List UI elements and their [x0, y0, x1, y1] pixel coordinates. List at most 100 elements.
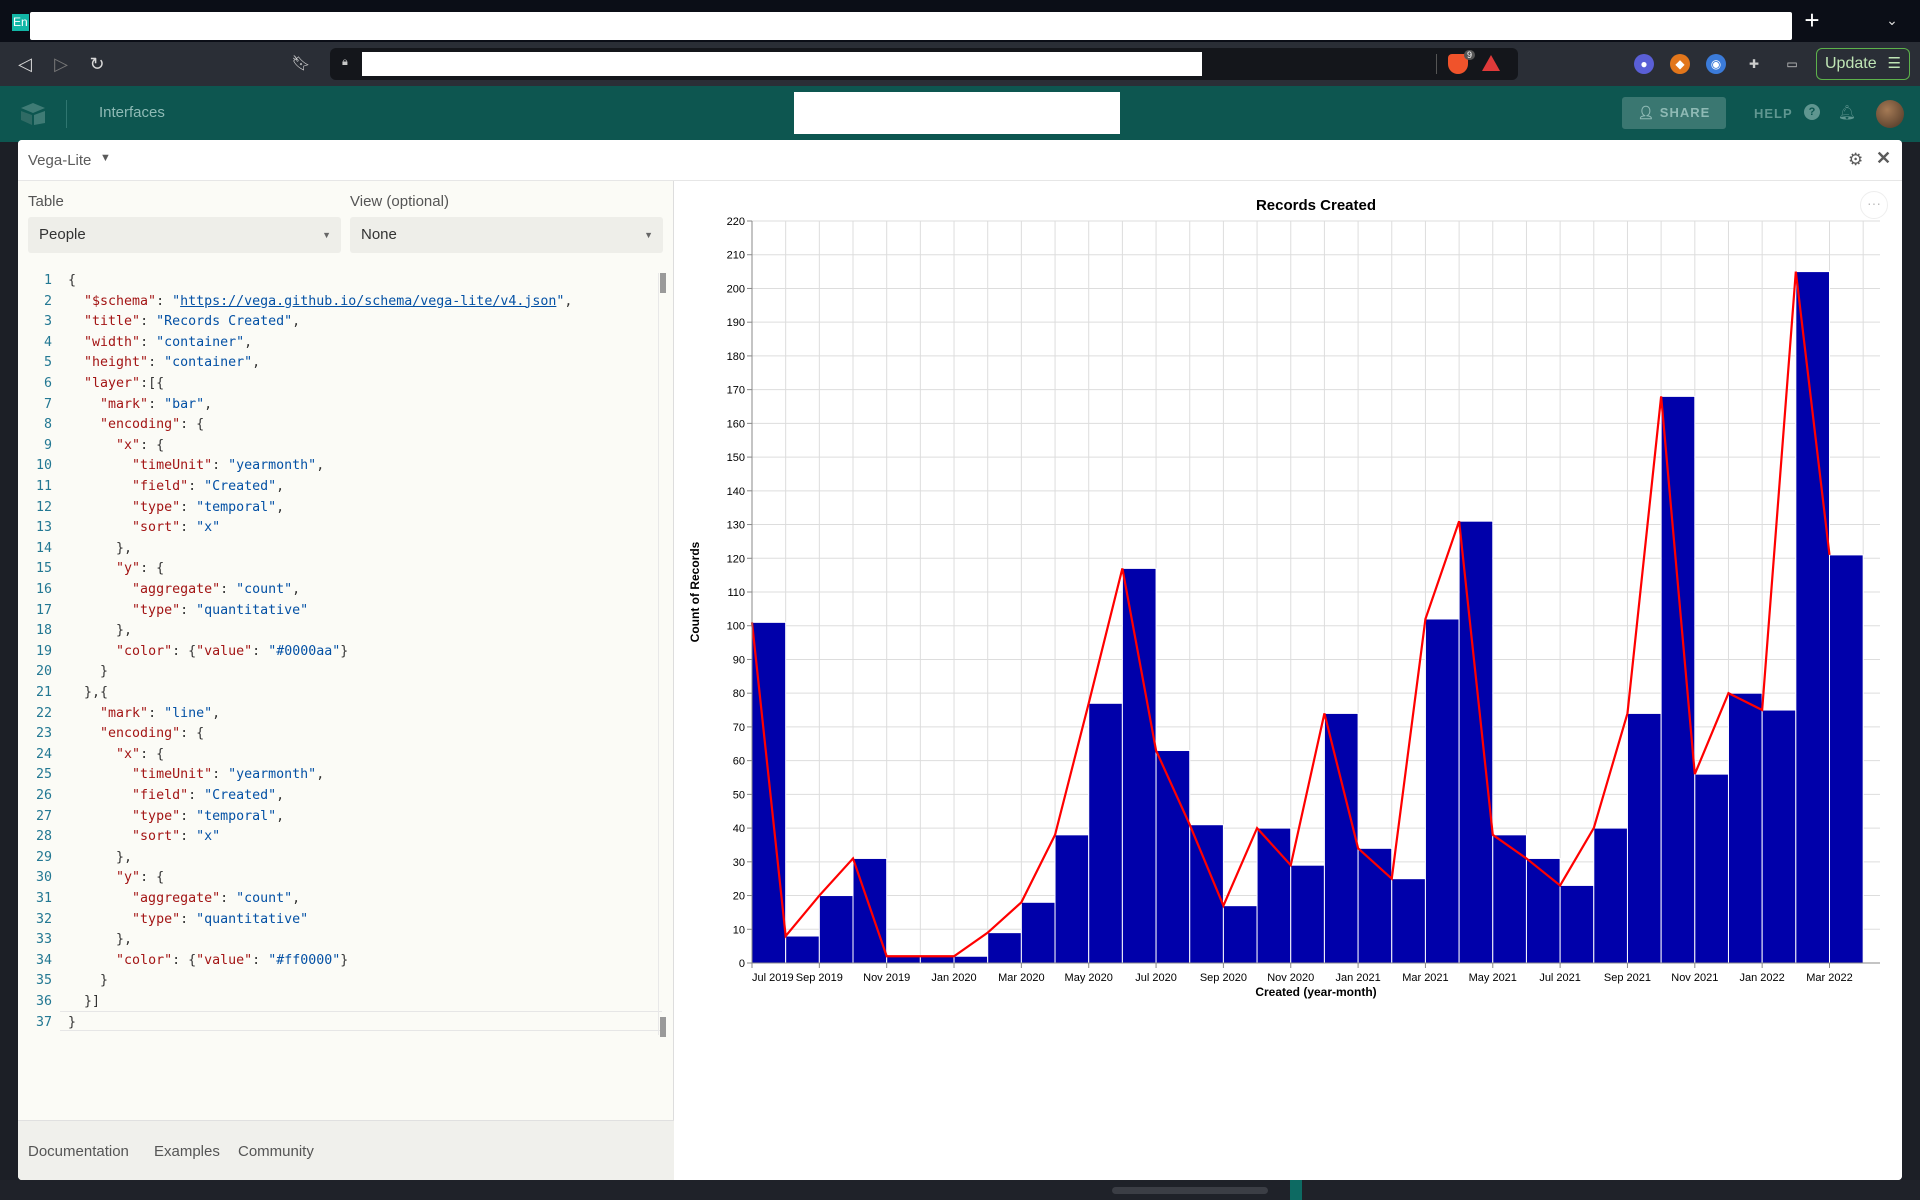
line-number: 18 — [35, 623, 52, 639]
share-user-icon: 👤︎ — [1637, 105, 1660, 120]
table-select[interactable]: People ▼ — [28, 217, 341, 253]
y-tick-label: 170 — [727, 385, 745, 397]
line-code: "width": "container", — [84, 334, 253, 350]
code-editor[interactable]: 1 {2 "$schema": "https://vega.github.io/s… — [26, 271, 666, 1031]
new-tab-plus-icon[interactable]: + — [1800, 7, 1824, 33]
y-tick-label: 50 — [733, 789, 745, 801]
bar — [1694, 773, 1729, 964]
line-number: 6 — [43, 376, 52, 391]
y-tick-label: 110 — [727, 587, 745, 599]
extension-modal: Vega-Lite ▼ ⚙ ✕ Table People ▼ View (opt… — [18, 140, 1902, 1180]
bookmark-icon[interactable]: 🔖︎ — [290, 53, 312, 75]
line-number: 31 — [35, 891, 52, 906]
line-number: 21 — [35, 685, 52, 700]
line-code: } — [68, 664, 109, 680]
close-icon[interactable]: ✕ — [1876, 148, 1891, 169]
y-tick-label: 70 — [733, 722, 745, 734]
avatar[interactable] — [1876, 100, 1904, 128]
update-label: Update — [1825, 55, 1877, 72]
address-bar[interactable]: 🔒︎ 9 — [330, 48, 1518, 80]
tab-list-chevron-down-icon[interactable]: ⌄ — [1882, 12, 1902, 32]
browser-toolbar: ◁ ▷ ↻ 🔖︎ 🔒︎ 9 ● ◆ ◉ ✚ ▭ Update ☰ — [0, 42, 1920, 86]
shields-count-badge: 9 — [1464, 50, 1476, 60]
y-tick-label: 130 — [727, 520, 745, 532]
extension-name[interactable]: Vega-Lite — [28, 152, 91, 169]
settings-panel: Table People ▼ View (optional) None ▼ 1 {… — [18, 181, 674, 1180]
line-code: "type": "temporal", — [132, 808, 285, 824]
community-link[interactable]: Community — [238, 1143, 314, 1160]
menu-icon: ☰ — [1887, 55, 1901, 72]
forward-icon[interactable]: ▷ — [50, 53, 72, 75]
editor-scrollbar[interactable] — [658, 273, 666, 1035]
line-number: 10 — [35, 458, 52, 474]
update-button[interactable]: Update ☰ — [1816, 48, 1910, 80]
line-code: }] — [68, 994, 101, 1009]
editor-scroll-thumb[interactable] — [660, 273, 666, 293]
line-number: 22 — [35, 705, 52, 721]
extensions-puzzle-icon[interactable]: ✚ — [1744, 54, 1764, 74]
line-code: }, — [68, 623, 133, 639]
caret-down-icon: ▼ — [322, 230, 331, 240]
line-number: 24 — [35, 746, 52, 762]
url-text-field[interactable] — [362, 52, 1202, 76]
brave-rewards-icon[interactable] — [1482, 55, 1500, 71]
line-code: "encoding": { — [100, 417, 205, 433]
line-number: 17 — [35, 602, 52, 618]
bar — [1323, 712, 1359, 964]
x-tick-label: Jan 2022 — [1740, 972, 1785, 984]
reload-icon[interactable]: ↻ — [86, 53, 108, 75]
back-icon[interactable]: ◁ — [14, 53, 36, 75]
x-tick-label: Sep 2020 — [1200, 972, 1247, 984]
browser-tab-bar: En + ⌄ — [0, 0, 1920, 42]
line-number: 34 — [35, 952, 52, 968]
x-tick-label: Mar 2020 — [998, 972, 1044, 984]
background-scrollbar[interactable] — [1112, 1187, 1268, 1194]
line-number: 35 — [35, 973, 52, 989]
line-code: "color": {"value": "#ff0000"} — [116, 952, 349, 968]
extension-ghost-icon[interactable]: ● — [1634, 54, 1654, 74]
y-tick-label: 150 — [727, 452, 745, 464]
documentation-link[interactable]: Documentation — [28, 1143, 129, 1160]
x-tick-label: Jul 2021 — [1539, 972, 1581, 984]
y-tick-label: 160 — [727, 418, 745, 430]
bar — [1391, 878, 1426, 964]
examples-link[interactable]: Examples — [154, 1143, 220, 1160]
line-number: 4 — [43, 334, 52, 350]
line-number: 33 — [35, 932, 52, 948]
line-number: 8 — [43, 417, 52, 433]
metamask-fox-icon[interactable]: ◆ — [1670, 54, 1690, 74]
share-button[interactable]: 👤︎ SHARE — [1622, 97, 1726, 129]
address-bar-divider — [1436, 54, 1437, 74]
line-code: }, — [68, 932, 133, 948]
line-code: "encoding": { — [100, 726, 205, 742]
x-tick-label: Nov 2020 — [1267, 972, 1314, 984]
y-tick-label: 140 — [727, 486, 745, 498]
line-code: "aggregate": "count", — [132, 891, 301, 906]
y-tick-label: 220 — [727, 216, 745, 228]
notifications-bell-icon[interactable]: 🔔︎ — [1838, 104, 1856, 120]
caret-down-icon[interactable]: ▼ — [100, 152, 111, 164]
chart-actions-ellipsis-icon[interactable]: ··· — [1860, 191, 1888, 219]
bar — [1828, 554, 1864, 964]
base-name-field[interactable] — [794, 92, 1120, 134]
airtable-logo-icon[interactable] — [20, 102, 46, 126]
view-select[interactable]: None ▼ — [350, 217, 663, 253]
bar — [1020, 901, 1056, 964]
line-number: 36 — [35, 994, 52, 1009]
line-number: 20 — [35, 664, 52, 680]
extension-robot-icon[interactable]: ◉ — [1706, 54, 1726, 74]
x-tick-label: May 2020 — [1065, 972, 1113, 984]
wallet-icon[interactable]: ▭ — [1782, 54, 1802, 74]
y-tick-label: 190 — [727, 317, 745, 329]
interfaces-link[interactable]: Interfaces — [99, 104, 165, 121]
line-number: 25 — [35, 767, 52, 783]
gear-icon[interactable]: ⚙ — [1848, 150, 1863, 170]
modal-header: Vega-Lite ▼ ⚙ ✕ — [18, 140, 1902, 181]
help-link[interactable]: HELP — [1754, 106, 1793, 121]
active-tab[interactable] — [30, 12, 1792, 40]
tab-favicon-icon[interactable]: En — [12, 14, 29, 31]
y-tick-label: 90 — [733, 654, 745, 666]
bar — [785, 935, 820, 964]
line-code: },{ — [68, 685, 109, 700]
help-question-icon[interactable]: ? — [1804, 104, 1820, 120]
